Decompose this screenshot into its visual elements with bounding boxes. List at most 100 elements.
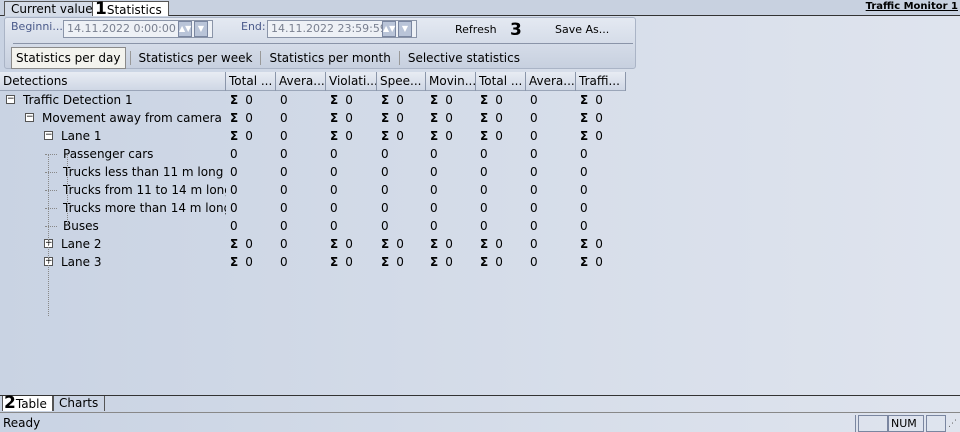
table-cell: Σ0 xyxy=(580,253,603,271)
table-cell: 0 xyxy=(530,109,538,127)
end-dropdown-button[interactable]: ▼ xyxy=(398,21,412,37)
table-row[interactable]: + Lane 2Σ00Σ0Σ0Σ0Σ00Σ0 xyxy=(0,235,626,253)
statistics-per-day-button[interactable]: Statistics per day xyxy=(11,47,126,69)
cell-value: 0 xyxy=(445,129,453,143)
cell-value: 0 xyxy=(480,201,488,215)
cell-value: 0 xyxy=(381,147,389,161)
cell-value: 0 xyxy=(595,129,603,143)
table-cell: Σ0 xyxy=(480,127,503,145)
cell-value: 0 xyxy=(580,183,588,197)
cell-value: 0 xyxy=(245,93,253,107)
cell-value: 0 xyxy=(580,165,588,179)
sigma-icon: Σ xyxy=(480,237,489,251)
table-cell: 0 xyxy=(230,163,238,181)
sigma-icon: Σ xyxy=(230,111,239,125)
cell-value: 0 xyxy=(595,93,603,107)
column-header[interactable]: Movin... xyxy=(426,72,476,91)
collapse-icon[interactable]: − xyxy=(25,113,34,122)
table-cell: Σ0 xyxy=(430,235,453,253)
cell-value: 0 xyxy=(280,201,288,215)
sigma-icon: Σ xyxy=(580,111,589,125)
table-row[interactable]: Trucks less than 11 m long 0 0 0 0 0 0 0 0 xyxy=(0,163,626,181)
table-cell: 0 xyxy=(230,217,238,235)
table-cell: Σ0 xyxy=(381,235,404,253)
resize-grip-icon[interactable]: ⋰ xyxy=(948,419,957,429)
beginning-dropdown-button[interactable]: ▼ xyxy=(194,21,208,37)
column-header[interactable]: Avera... xyxy=(526,72,576,91)
sigma-icon: Σ xyxy=(381,129,390,143)
sigma-icon: Σ xyxy=(430,237,439,251)
table-cell: Σ0 xyxy=(381,109,404,127)
sigma-icon: Σ xyxy=(230,93,239,107)
table-row[interactable]: Trucks from 11 to 14 m long 0 0 0 0 0 0 0 0 xyxy=(0,181,626,199)
cell-value: 0 xyxy=(580,147,588,161)
tab-charts[interactable]: Charts xyxy=(52,396,106,411)
table-row[interactable]: − Movement away from camera Σ 0 0 Σ 0 Σ 0 Σ 0 Σ 0 0 Σ 0 xyxy=(0,109,626,127)
sigma-icon: Σ xyxy=(580,129,589,143)
sigma-icon: Σ xyxy=(480,255,489,269)
column-header[interactable]: Spee... xyxy=(377,72,426,91)
table-row[interactable]: − Traffic Detection 1Σ00Σ0Σ0Σ0Σ00Σ0 xyxy=(0,91,626,109)
status-pane xyxy=(858,415,888,432)
tab-table[interactable]: 2Table xyxy=(2,395,54,412)
row-label: Lane 3 xyxy=(61,255,102,269)
sigma-icon: Σ xyxy=(381,255,390,269)
collapse-icon[interactable]: − xyxy=(44,131,53,140)
cell-value: 0 xyxy=(580,219,588,233)
sigma-icon: Σ xyxy=(430,129,439,143)
table-cell: 0 xyxy=(530,127,538,145)
table-cell: Σ0 xyxy=(230,235,253,253)
column-header[interactable]: Total ... xyxy=(476,72,526,91)
tab-statistics[interactable]: 1Statistics xyxy=(92,1,169,18)
table-cell: 0 xyxy=(280,199,288,217)
table-row[interactable]: Trucks more than 14 m long 0 0 0 0 0 0 0 0 xyxy=(0,199,626,217)
cell-value: 0 xyxy=(381,165,389,179)
cell-value: 0 xyxy=(430,165,438,179)
table-row[interactable]: − Lane 1Σ00Σ0Σ0Σ0Σ00Σ0 xyxy=(0,127,626,145)
sigma-icon: Σ xyxy=(480,93,489,107)
cell-value: 0 xyxy=(381,183,389,197)
window-title[interactable]: Traffic Monitor 1 xyxy=(866,1,958,12)
table-row[interactable]: Buses 0 0 0 0 0 0 0 0 xyxy=(0,217,626,235)
column-header[interactable]: Avera... xyxy=(276,72,326,91)
cell-value: 0 xyxy=(480,165,488,179)
table-cell: 0 xyxy=(230,181,238,199)
table-cell: 0 xyxy=(330,199,338,217)
sigma-icon: Σ xyxy=(230,237,239,251)
collapse-icon[interactable]: − xyxy=(6,95,15,104)
refresh-button[interactable]: Refresh xyxy=(455,22,497,38)
table-cell: Σ0 xyxy=(230,253,253,271)
table-cell: 0 xyxy=(330,145,338,163)
cell-value: 0 xyxy=(530,147,538,161)
tree-line xyxy=(45,208,57,209)
selective-statistics-button[interactable]: Selective statistics xyxy=(404,48,524,68)
cell-value: 0 xyxy=(330,219,338,233)
table-cell: 0 xyxy=(580,145,588,163)
save-as-button[interactable]: Save As... xyxy=(555,22,609,38)
column-header[interactable]: Total ... xyxy=(226,72,276,91)
table-row[interactable]: Passenger cars 0 0 0 0 0 0 0 0 xyxy=(0,145,626,163)
end-spin-button[interactable]: ▲▼ xyxy=(382,21,396,37)
sigma-icon: Σ xyxy=(330,129,339,143)
column-header[interactable]: Detections xyxy=(0,72,226,91)
beginning-spin-button[interactable]: ▲▼ xyxy=(178,21,192,37)
cell-value: 0 xyxy=(480,183,488,197)
annotation-marker: 3 xyxy=(510,20,522,40)
statistics-per-week-button[interactable]: Statistics per week xyxy=(135,48,257,68)
table-cell: 0 xyxy=(280,127,288,145)
tab-current-value[interactable]: Current value xyxy=(4,1,100,16)
table-cell: 0 xyxy=(480,145,488,163)
sigma-icon: Σ xyxy=(381,111,390,125)
column-header[interactable]: Violati... xyxy=(326,72,377,91)
table-cell: Σ0 xyxy=(580,109,603,127)
table-row[interactable]: + Lane 3Σ00Σ0Σ0Σ0Σ00Σ0 xyxy=(0,253,626,271)
table-cell: 0 xyxy=(381,181,389,199)
status-bar: Ready NUM ⋰ xyxy=(0,412,960,432)
divider xyxy=(129,51,131,65)
statistics-per-month-button[interactable]: Statistics per month xyxy=(265,48,394,68)
cell-value: 0 xyxy=(396,93,404,107)
table-cell: Σ0 xyxy=(230,91,253,109)
table-cell: 0 xyxy=(430,181,438,199)
table-cell: Σ0 xyxy=(381,127,404,145)
column-header[interactable]: Traffi... xyxy=(576,72,626,91)
